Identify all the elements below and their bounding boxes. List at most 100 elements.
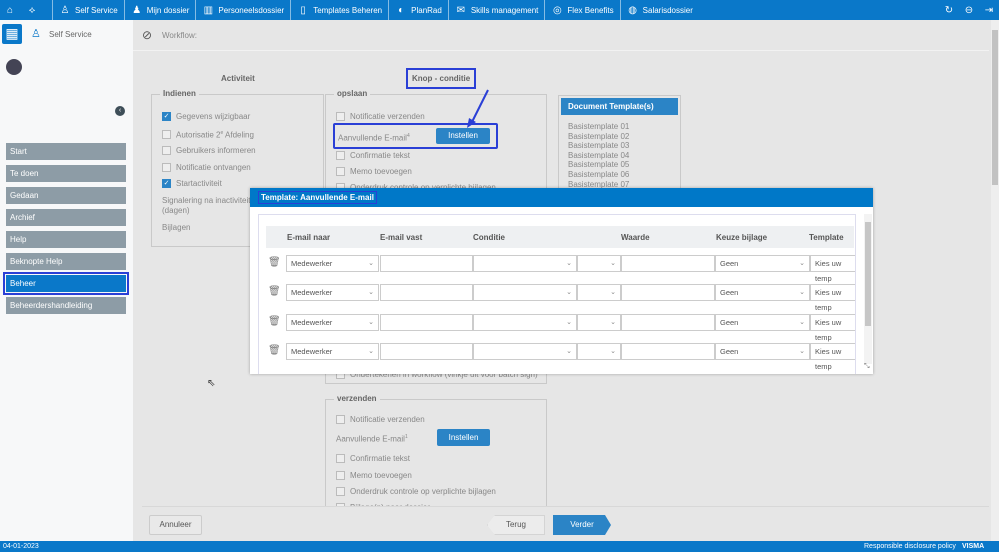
terug-button[interactable]: Terug xyxy=(487,515,545,535)
checkbox[interactable] xyxy=(336,112,345,121)
nav-mijn-dossier[interactable]: ♟ Mijn dossier xyxy=(123,0,196,20)
bijlage-select[interactable]: Geen ⌄ xyxy=(715,313,810,331)
checkbox-checked[interactable]: ✓ xyxy=(162,179,171,188)
page-scrollbar[interactable] xyxy=(991,20,999,541)
help-icon[interactable]: ⊖ xyxy=(963,4,975,16)
bijlage-select[interactable]: Geen ⌄ xyxy=(715,284,810,302)
conditie-select[interactable]: ⌄ xyxy=(473,313,577,331)
document-template-item[interactable]: Basistemplate 05 xyxy=(568,160,680,170)
home-icon[interactable]: ⌂ xyxy=(4,4,16,16)
email-naar-select[interactable]: Medewerker ⌄ xyxy=(286,342,379,360)
option-notificatie-ontvangen[interactable]: Notificatie ontvangen xyxy=(162,163,251,172)
checkbox[interactable] xyxy=(336,454,345,463)
opslaan-notificatie[interactable]: Notificatie verzenden xyxy=(336,112,425,121)
email-vast-input[interactable] xyxy=(380,255,473,272)
waarde-input[interactable] xyxy=(621,313,715,331)
waarde-input[interactable] xyxy=(621,342,715,360)
trash-icon[interactable]: 🗑 xyxy=(268,316,281,327)
nav-templates-beheren[interactable]: ▯ Templates Beheren xyxy=(290,0,388,20)
apps-grid-icon[interactable]: ▦ xyxy=(2,24,22,44)
email-naar-select[interactable]: Medewerker ⌄ xyxy=(286,313,379,331)
trash-icon[interactable]: 🗑 xyxy=(268,286,281,297)
trash-icon[interactable]: 🗑 xyxy=(268,257,281,268)
op-select[interactable]: ⌄ xyxy=(577,313,621,331)
option-startactiviteit[interactable]: ✓ Startactiviteit xyxy=(162,179,222,188)
nav-planrad[interactable]: ◐ PlanRad xyxy=(388,0,448,20)
verzenden-notificatie[interactable]: Notificatie verzenden xyxy=(336,415,425,424)
chevron-down-icon: ⌄ xyxy=(610,318,616,326)
template-input[interactable]: Kies uw temp xyxy=(810,255,855,283)
table-row: 🗑 Medewerker ⌄ ⌄ ⌄ Geen ⌄ Kies uw temp xyxy=(266,313,855,342)
template-input[interactable]: Kies uw temp xyxy=(810,342,855,371)
aanvullende-email-label: Aanvullende E-mail4 xyxy=(338,133,410,143)
template-input[interactable]: Kies uw temp xyxy=(810,313,855,342)
email-naar-select[interactable]: Medewerker ⌄ xyxy=(286,284,379,302)
checkbox[interactable] xyxy=(162,130,171,140)
verzenden-onderdruk[interactable]: Onderdruk controle op verplichte bijlage… xyxy=(336,487,496,496)
option-autorisatie[interactable]: Autorisatie 2e Afdeling xyxy=(162,130,254,140)
instellen-button[interactable]: Instellen xyxy=(436,128,490,144)
sidebar-item-gedaan[interactable]: Gedaan xyxy=(6,187,126,204)
nav-salarisdossier[interactable]: ◍ Salarisdossier xyxy=(619,0,699,20)
trash-icon[interactable]: 🗑 xyxy=(268,345,281,356)
checkbox[interactable] xyxy=(336,167,345,176)
verder-button[interactable]: Verder xyxy=(553,515,611,535)
nav-personeelsdossier[interactable]: ▥ Personeelsdossier xyxy=(195,0,290,20)
template-input[interactable]: Kies uw temp xyxy=(810,284,855,312)
avatar[interactable] xyxy=(6,59,22,75)
sidebar-item-beknopte-help[interactable]: Beknopte Help xyxy=(6,253,126,270)
document-template-item[interactable]: Basistemplate 02 xyxy=(568,132,680,142)
email-vast-input[interactable] xyxy=(380,342,473,360)
opslaan-memo[interactable]: Memo toevoegen xyxy=(336,167,412,176)
waarde-input[interactable] xyxy=(621,284,715,302)
opslaan-confirmatie[interactable]: Confirmatie tekst xyxy=(336,151,410,160)
option-gebruikers-informeren[interactable]: Gebruikers informeren xyxy=(162,146,256,155)
document-template-item[interactable]: Basistemplate 03 xyxy=(568,141,680,151)
verzenden-memo[interactable]: Memo toevoegen xyxy=(336,471,412,480)
workflow-icon: ⊘ xyxy=(142,28,153,42)
conditie-select[interactable]: ⌄ xyxy=(473,342,577,360)
sidebar-item-archief[interactable]: Archief xyxy=(6,209,126,226)
email-vast-input[interactable] xyxy=(380,313,473,331)
checkbox[interactable] xyxy=(162,146,171,155)
nav-self-service[interactable]: ♙ Self Service xyxy=(52,0,124,20)
op-select[interactable]: ⌄ xyxy=(577,255,621,272)
bijlage-select[interactable]: Geen ⌄ xyxy=(715,342,810,360)
sidebar-item-start[interactable]: Start xyxy=(6,143,126,160)
op-select[interactable]: ⌄ xyxy=(577,284,621,302)
email-vast-input[interactable] xyxy=(380,284,473,302)
disclosure-policy-link[interactable]: Responsible disclosure policy xyxy=(864,541,956,552)
sidebar-item-beheerdershandleiding[interactable]: Beheerdershandleiding xyxy=(6,297,126,314)
verzenden-confirmatie[interactable]: Confirmatie tekst xyxy=(336,454,410,463)
instellen-button[interactable]: Instellen xyxy=(437,429,490,446)
document-template-item[interactable]: Basistemplate 06 xyxy=(568,170,680,180)
option-gegevens-wijzigbaar[interactable]: ✓ Gegevens wijzigbaar xyxy=(162,112,250,121)
checkbox[interactable] xyxy=(336,415,345,424)
waarde-input[interactable] xyxy=(621,255,715,272)
nav-skills-management[interactable]: ✉ Skills management xyxy=(447,0,545,20)
checkbox[interactable] xyxy=(336,471,345,480)
logout-icon[interactable]: ⇥ xyxy=(983,4,995,16)
checkbox[interactable] xyxy=(336,487,345,496)
refresh-icon[interactable]: ↻ xyxy=(943,4,955,16)
nav-flex-benefits[interactable]: ◎ Flex Benefits xyxy=(544,0,619,20)
conditie-select[interactable]: ⌄ xyxy=(473,255,577,272)
bijlage-select[interactable]: Geen ⌄ xyxy=(715,255,810,272)
indienen-legend: Indienen xyxy=(160,89,199,98)
op-select[interactable]: ⌄ xyxy=(577,342,621,360)
sidebar-item-beheer[interactable]: Beheer xyxy=(3,272,129,295)
checkbox[interactable] xyxy=(162,163,171,172)
checkbox[interactable] xyxy=(336,151,345,160)
annuleer-button[interactable]: Annuleer xyxy=(149,515,202,535)
resize-handle-icon[interactable]: ⤡ xyxy=(864,363,870,371)
sidebar-item-te-doen[interactable]: Te doen xyxy=(6,165,126,182)
collapse-sidebar-icon[interactable]: ‹ xyxy=(115,106,125,116)
email-naar-select[interactable]: Medewerker ⌄ xyxy=(286,255,379,272)
document-template-item[interactable]: Basistemplate 01 xyxy=(568,122,680,132)
checkbox-checked[interactable]: ✓ xyxy=(162,112,171,121)
sidebar-item-help[interactable]: Help xyxy=(6,231,126,248)
expand-icon[interactable]: ⟡ xyxy=(26,4,38,16)
conditie-select[interactable]: ⌄ xyxy=(473,284,577,302)
document-template-item[interactable]: Basistemplate 04 xyxy=(568,151,680,161)
modal-scrollbar[interactable] xyxy=(864,214,872,364)
